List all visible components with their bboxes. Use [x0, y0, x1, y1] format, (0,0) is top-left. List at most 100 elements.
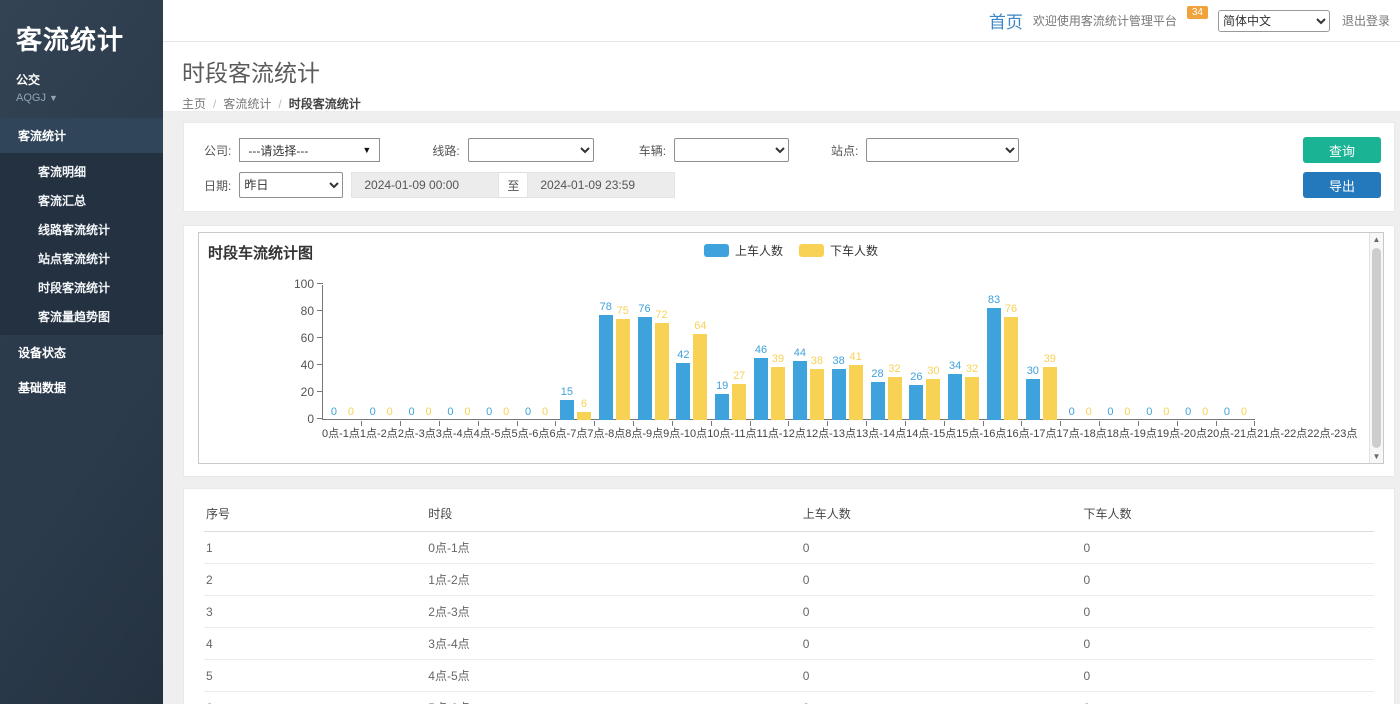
bar[interactable] [676, 363, 690, 420]
bar[interactable] [965, 377, 979, 420]
sidebar-section-passenger-stats[interactable]: 客流统计 [0, 118, 163, 153]
bar[interactable] [560, 400, 574, 420]
x-axis-label-text: 6点-7点 [549, 425, 587, 441]
breadcrumb-item[interactable]: 主页 [182, 97, 206, 111]
bar[interactable] [871, 382, 885, 420]
breadcrumb: 主页/客流统计/时段客流统计 [182, 95, 1400, 112]
bar-value-label: 0 [370, 406, 376, 419]
sidebar-section-device-status[interactable]: 设备状态 [0, 335, 163, 370]
line-select[interactable] [468, 138, 594, 162]
bar[interactable] [849, 365, 863, 420]
scrollbar-thumb[interactable] [1372, 248, 1381, 448]
x-axis-label: 13点-14点 [856, 425, 906, 441]
bar-group: 7672 [634, 285, 673, 420]
bar[interactable] [1004, 317, 1018, 420]
bar[interactable] [926, 379, 940, 420]
bar-group: 4438 [789, 285, 828, 420]
bar-value-label: 0 [525, 406, 531, 419]
bar-value-label: 30 [1027, 365, 1039, 378]
bar[interactable] [987, 308, 1001, 420]
sidebar-submenu-item[interactable]: 站点客流统计 [0, 244, 163, 273]
table-header-cell: 下车人数 [1081, 495, 1374, 532]
sidebar-submenu-item[interactable]: 客流汇总 [0, 186, 163, 215]
vehicle-select[interactable] [674, 138, 789, 162]
scrollbar-up-icon[interactable]: ▲ [1370, 233, 1383, 246]
bar[interactable] [616, 319, 630, 420]
date-end-input[interactable]: 2024-01-09 23:59 [527, 172, 675, 198]
bar[interactable] [832, 369, 846, 420]
scrollbar-down-icon[interactable]: ▼ [1370, 450, 1383, 463]
date-to-label: 至 [499, 172, 527, 198]
x-axis-label: 2点-3点 [398, 425, 436, 441]
bar[interactable] [909, 385, 923, 420]
legend-entry[interactable]: 上车人数 [704, 242, 783, 259]
bar-value-label: 0 [387, 406, 393, 419]
bar-value-label: 42 [677, 349, 689, 362]
welcome-text: 欢迎使用客流统计管理平台 [1033, 12, 1177, 29]
bar[interactable] [577, 412, 591, 420]
bar-value-label: 6 [581, 398, 587, 411]
notification-badge[interactable]: 34 [1187, 6, 1208, 19]
breadcrumb-item[interactable]: 客流统计 [223, 97, 271, 111]
x-axis-label: 17点-18点 [1057, 425, 1107, 441]
bar[interactable] [793, 361, 807, 420]
bar[interactable] [638, 317, 652, 420]
chart-scrollbar[interactable]: ▲ ▼ [1369, 233, 1383, 463]
sidebar-section-base-data[interactable]: 基础数据 [0, 370, 163, 405]
bar[interactable] [948, 374, 962, 420]
sidebar-submenu-item[interactable]: 客流量趋势图 [0, 302, 163, 331]
filter-row-2: 日期: 昨日 2024-01-09 00:00 至 2024-01-09 23:… [204, 172, 1380, 198]
legend-entry[interactable]: 下车人数 [799, 242, 878, 259]
query-button[interactable]: 查询 [1303, 137, 1381, 163]
date-start-input[interactable]: 2024-01-09 00:00 [351, 172, 499, 198]
y-axis-label: 20 [280, 385, 314, 399]
bar[interactable] [1043, 367, 1057, 420]
bar-value-label: 78 [600, 301, 612, 314]
bar[interactable] [754, 358, 768, 420]
sidebar-submenu-item[interactable]: 时段客流统计 [0, 273, 163, 302]
bar-column: 78 [598, 301, 613, 420]
bar-group: 00 [362, 285, 401, 420]
org-code-dropdown[interactable]: AQGJ▼ [16, 92, 147, 104]
home-link[interactable]: 首页 [989, 8, 1023, 33]
x-axis-label: 15点-16点 [956, 425, 1006, 441]
bar-group: 00 [478, 285, 517, 420]
bar[interactable] [599, 315, 613, 420]
bar-column: 0 [1236, 406, 1251, 420]
bar[interactable] [732, 384, 746, 420]
bar-column: 0 [326, 406, 341, 420]
bar-column: 32 [887, 363, 902, 420]
topbar: 首页 欢迎使用客流统计管理平台 34 简体中文 退出登录 [163, 0, 1400, 42]
bar-group: 00 [401, 285, 440, 420]
company-select[interactable]: ---请选择--- ▼ [239, 138, 380, 162]
table-row: 21点-2点00 [204, 564, 1374, 596]
bar-column: 0 [343, 406, 358, 420]
bar[interactable] [1026, 379, 1040, 420]
bar[interactable] [655, 323, 669, 420]
table-cell: 0 [1081, 692, 1374, 704]
bar[interactable] [888, 377, 902, 420]
date-preset-select[interactable]: 昨日 [239, 172, 343, 198]
bar[interactable] [715, 394, 729, 420]
bar-column: 19 [715, 380, 730, 420]
table-cell: 4点-5点 [426, 660, 800, 692]
chart-plot: 0000000000001567875767242641927463944383… [322, 285, 1255, 420]
bar[interactable] [771, 367, 785, 420]
bar-column: 76 [1003, 303, 1018, 420]
x-axis-label: 20点-21点 [1207, 425, 1257, 441]
station-select[interactable] [866, 138, 1019, 162]
logout-link[interactable]: 退出登录 [1342, 12, 1390, 29]
filter-row-1: 公司: ---请选择--- ▼ 线路: 车辆: 站点: [204, 138, 1380, 162]
bar-column: 0 [521, 406, 536, 420]
bar-group: 3841 [828, 285, 867, 420]
bar-group: 00 [1177, 285, 1216, 420]
bar[interactable] [693, 334, 707, 420]
export-button[interactable]: 导出 [1303, 172, 1381, 198]
sidebar-submenu-item[interactable]: 客流明细 [0, 157, 163, 186]
bar[interactable] [810, 369, 824, 420]
language-select[interactable]: 简体中文 [1218, 10, 1330, 32]
bar-column: 0 [443, 406, 458, 420]
main-area: 首页 欢迎使用客流统计管理平台 34 简体中文 退出登录 时段客流统计 主页/客… [163, 0, 1400, 704]
sidebar-submenu-item[interactable]: 线路客流统计 [0, 215, 163, 244]
bar-group: 3432 [944, 285, 983, 420]
